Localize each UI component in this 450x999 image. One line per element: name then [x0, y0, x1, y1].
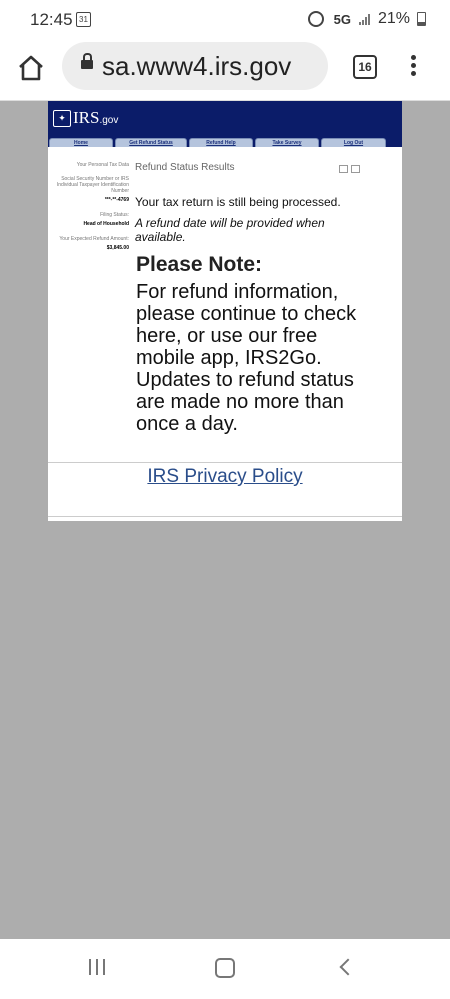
nav-log-out[interactable]: Log Out	[321, 138, 386, 147]
eagle-icon: ✦	[53, 109, 71, 127]
ssn-value: ***-**-4769	[104, 197, 129, 203]
tab-switcher-button[interactable]: 16	[353, 55, 377, 79]
menu-dot-icon	[410, 55, 416, 60]
url-text: sa.www4.irs.gov	[102, 51, 292, 81]
personal-heading: Your Personal Tax Data	[76, 162, 129, 168]
home-nav-button[interactable]	[215, 958, 235, 978]
nav-get-refund-status[interactable]: Get Refund Status	[115, 138, 187, 147]
menu-dot-icon	[410, 63, 416, 68]
signal-icon	[358, 13, 370, 25]
more-menu-button[interactable]	[408, 52, 418, 82]
divider	[48, 462, 402, 463]
refund-amount-label: Your Expected Refund Amount:	[59, 236, 129, 242]
calendar-icon: 31	[76, 12, 91, 27]
irs-header: ✦ IRS .gov Home Get Refund Status Refund…	[48, 101, 402, 147]
menu-dot-icon	[410, 71, 416, 76]
page-actions	[339, 165, 360, 173]
battery-icon	[417, 12, 426, 26]
alarm-icon	[307, 11, 324, 27]
checkmark-icon[interactable]	[339, 165, 348, 173]
home-button[interactable]	[15, 52, 47, 84]
home-icon	[19, 55, 43, 81]
irs-nav: Home Get Refund Status Refund Help Take …	[48, 138, 402, 147]
recents-button[interactable]	[89, 959, 105, 975]
print-icon[interactable]	[351, 165, 360, 173]
filing-status-value: Head of Household	[83, 221, 129, 227]
nav-take-survey[interactable]: Take Survey	[255, 138, 319, 147]
filing-status-label: Filing Status:	[100, 212, 129, 218]
lock-icon	[81, 53, 93, 69]
irs-logo[interactable]: ✦ IRS .gov	[53, 108, 118, 128]
results-title: Refund Status Results	[135, 162, 235, 173]
irs-logo-word: IRS	[73, 108, 100, 127]
browser-toolbar: sa.www4.irs.gov 16	[0, 38, 450, 101]
refund-date-message: A refund date will be provided when avai…	[135, 216, 325, 244]
status-time: 12:45	[30, 10, 73, 29]
back-button[interactable]	[339, 958, 357, 976]
note-title: Please Note:	[136, 253, 263, 276]
personal-tax-data: Your Personal Tax Data Social Security N…	[48, 162, 129, 251]
note-body: For refund information, please continue …	[136, 281, 357, 435]
url-bar[interactable]: sa.www4.irs.gov	[62, 42, 328, 90]
irs-page: ✦ IRS .gov Home Get Refund Status Refund…	[48, 101, 402, 521]
status-bar: 12:45 31 5G 21%	[0, 0, 450, 38]
nav-home[interactable]: Home	[49, 138, 113, 147]
irs-logo-suffix: .gov	[99, 115, 119, 126]
nav-refund-help[interactable]: Refund Help	[189, 138, 253, 147]
refund-amount-value: $3,845.00	[106, 245, 129, 251]
system-nav-bar	[0, 939, 450, 999]
privacy-policy-link[interactable]: IRS Privacy Policy	[48, 466, 402, 488]
network-type: 5G	[333, 11, 351, 27]
processing-message: Your tax return is still being processed…	[135, 195, 341, 209]
battery-percent: 21%	[377, 10, 410, 27]
divider	[48, 516, 402, 517]
status-right: 5G 21%	[307, 10, 426, 28]
ssn-label: Social Security Number or IRS Individual…	[56, 176, 129, 194]
